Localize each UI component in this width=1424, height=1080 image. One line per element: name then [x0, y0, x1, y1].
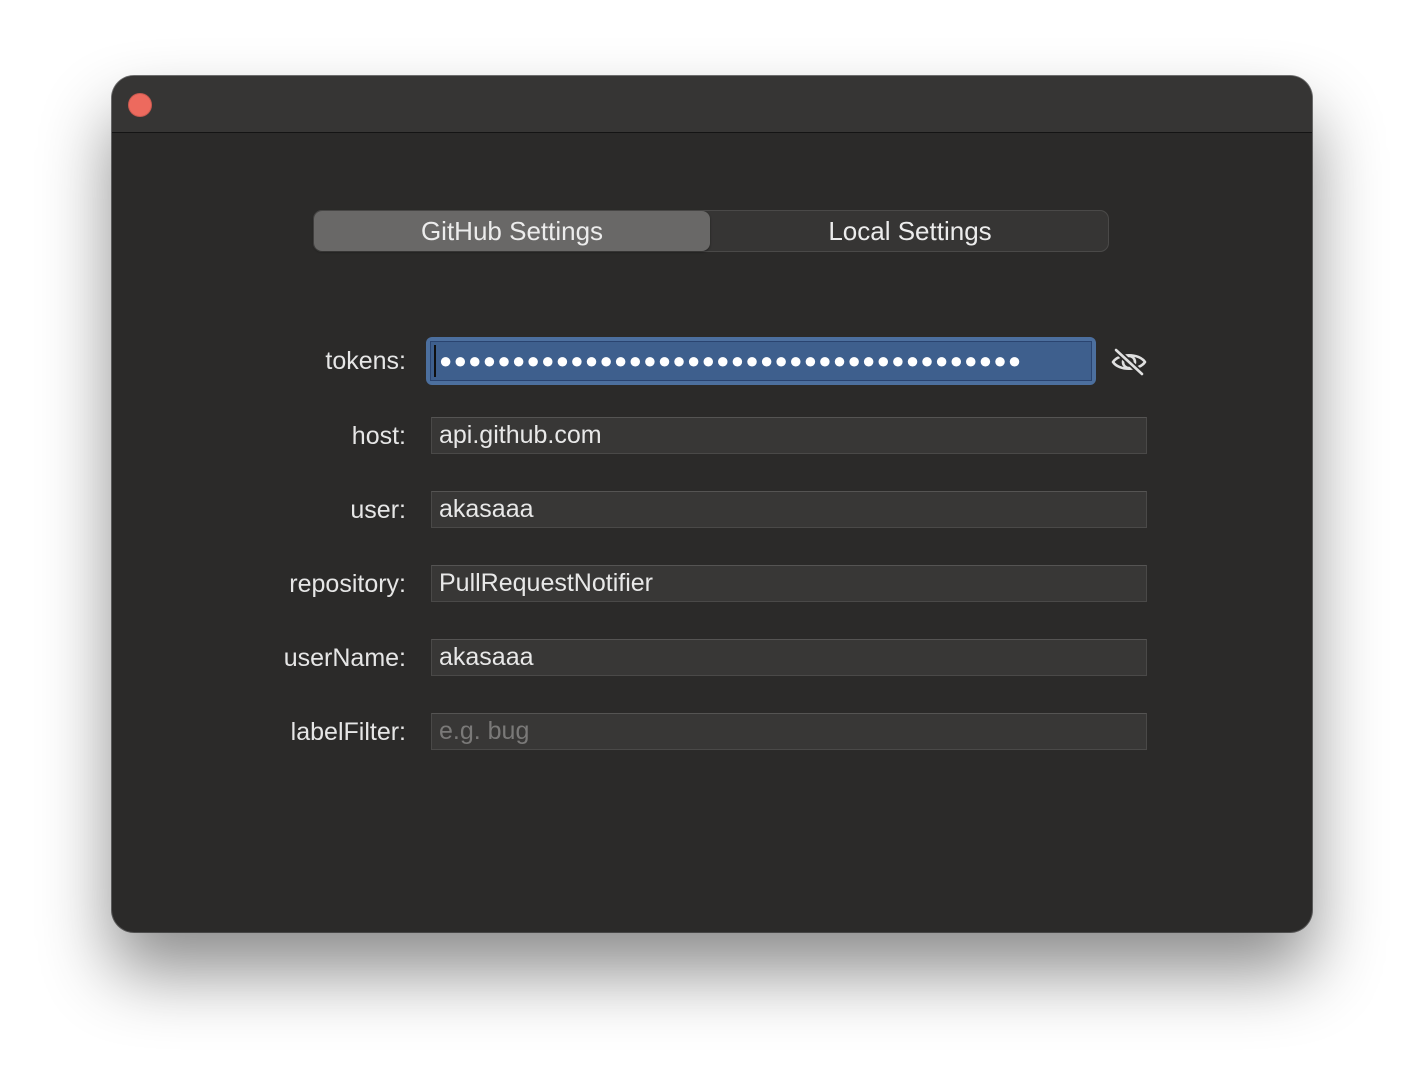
settings-window: GitHub Settings Local Settings tokens: ●…	[112, 76, 1312, 932]
username-field[interactable]: akasaaa	[431, 639, 1147, 676]
repository-label: repository:	[289, 570, 406, 598]
host-row: host: api.github.com	[112, 417, 1312, 455]
username-label: userName:	[283, 644, 406, 672]
user-label: user:	[350, 496, 406, 524]
label-filter-placeholder: e.g. bug	[439, 717, 530, 745]
tokens-masked-value: ●●●●●●●●●●●●●●●●●●●●●●●●●●●●●●●●●●●●●●●●	[439, 348, 1023, 373]
tab-github-settings[interactable]: GitHub Settings	[314, 211, 710, 251]
toggle-visibility-button[interactable]	[1110, 347, 1148, 377]
tokens-secure-field[interactable]: ●●●●●●●●●●●●●●●●●●●●●●●●●●●●●●●●●●●●●●●●	[430, 341, 1092, 381]
close-button[interactable]	[128, 93, 152, 117]
label-filter-row: labelFilter: e.g. bug	[112, 713, 1312, 751]
host-field[interactable]: api.github.com	[431, 417, 1147, 454]
title-bar[interactable]	[112, 76, 1312, 133]
user-row: user: akasaaa	[112, 491, 1312, 529]
label-filter-label: labelFilter:	[290, 718, 406, 746]
repository-row: repository: PullRequestNotifier	[112, 565, 1312, 603]
settings-segmented-control: GitHub Settings Local Settings	[313, 210, 1109, 252]
tab-local-settings[interactable]: Local Settings	[712, 211, 1108, 251]
host-label: host:	[351, 422, 406, 450]
user-field[interactable]: akasaaa	[431, 491, 1147, 528]
tokens-label: tokens:	[325, 347, 406, 375]
label-filter-field[interactable]: e.g. bug	[431, 713, 1147, 750]
eye-slash-icon	[1111, 347, 1147, 377]
text-caret	[434, 345, 436, 377]
username-row: userName: akasaaa	[112, 639, 1312, 677]
repository-field[interactable]: PullRequestNotifier	[431, 565, 1147, 602]
tokens-field-focus-ring: ●●●●●●●●●●●●●●●●●●●●●●●●●●●●●●●●●●●●●●●●	[426, 337, 1096, 385]
